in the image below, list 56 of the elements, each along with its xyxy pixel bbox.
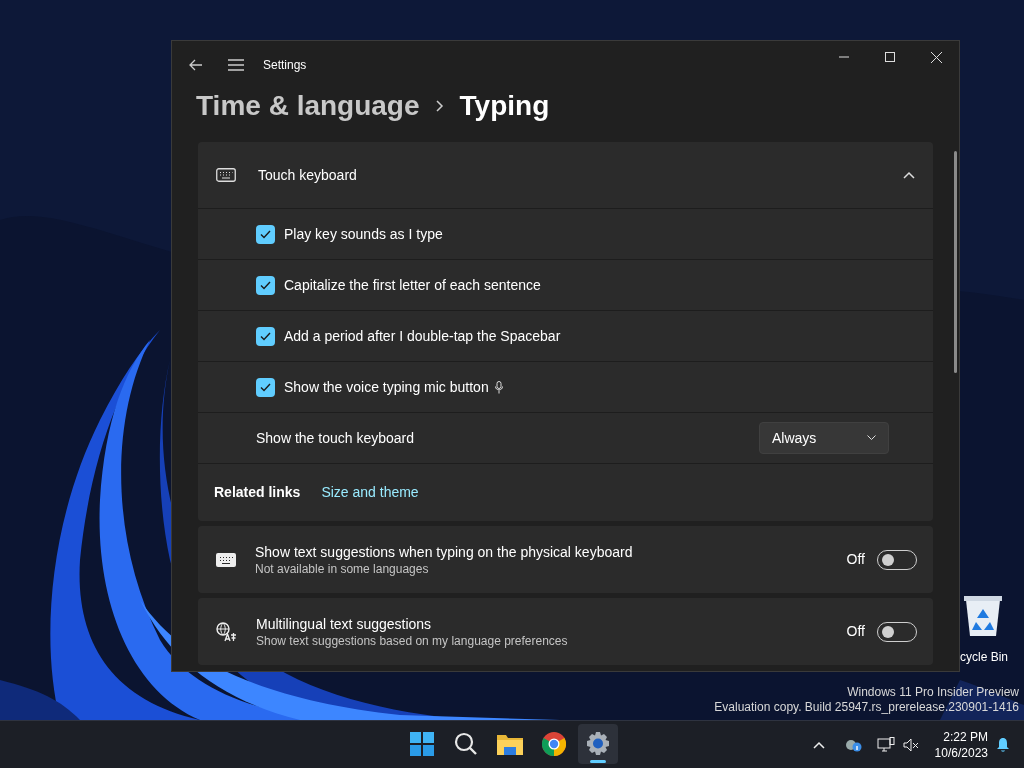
- browser-icon: [542, 732, 566, 756]
- bell-icon[interactable]: [996, 736, 1010, 753]
- setting-label: Show the touch keyboard: [256, 428, 414, 448]
- recycle-bin-icon[interactable]: [964, 596, 1002, 636]
- translate-icon: [216, 621, 237, 642]
- checkbox[interactable]: [256, 224, 275, 244]
- maximize-icon: [885, 52, 895, 62]
- microphone-icon: [494, 380, 503, 394]
- expander-header[interactable]: Touch keyboard: [198, 142, 933, 209]
- toggle-state-label: Off: [846, 550, 865, 569]
- speaker-muted-icon[interactable]: [902, 737, 919, 752]
- back-icon[interactable]: [188, 57, 204, 73]
- link[interactable]: Size and theme: [321, 482, 419, 503]
- chevron-up-icon[interactable]: [812, 740, 825, 749]
- menu-icon[interactable]: [228, 58, 244, 72]
- toggle-state-label: Off: [846, 622, 865, 641]
- checkmark-icon: [260, 382, 271, 392]
- window-title: Settings: [263, 57, 307, 74]
- clock-time: 2:22 PM: [943, 728, 988, 745]
- related-links-label: Related links: [214, 483, 301, 502]
- chevron-down-icon: [867, 435, 876, 441]
- checkmark-icon: [260, 331, 271, 341]
- network-icon[interactable]: [876, 736, 895, 753]
- checkmark-icon: [260, 280, 271, 290]
- section-title: Touch keyboard: [258, 165, 357, 185]
- checkbox-label: Capitalize the first letter of each sentence: [284, 275, 541, 295]
- page-title: Typing: [459, 89, 550, 123]
- checkbox-label: Play key sounds as I type: [284, 224, 443, 244]
- keyboard-icon: [216, 552, 236, 567]
- setting-description: Show text suggestions based on my language preferences: [256, 632, 568, 649]
- gear-icon: [586, 732, 610, 756]
- watermark-text: Windows 11 Pro Insider Preview: [847, 685, 1019, 700]
- chevron-right-icon: [435, 100, 444, 112]
- recycle-bin-label: cycle Bin: [960, 649, 1009, 666]
- scrollbar-thumb[interactable]: [954, 151, 957, 373]
- cloud-icon[interactable]: [844, 737, 863, 752]
- start-icon: [410, 732, 434, 756]
- checkmark-icon: [260, 229, 271, 239]
- checkbox[interactable]: [256, 275, 275, 295]
- setting-description: Not available in some languages: [255, 560, 430, 577]
- setting-title: Show text suggestions when typing on the physical keyboard: [255, 542, 633, 561]
- taskbar-button[interactable]: [578, 724, 618, 764]
- clock-date: 10/6/2023: [934, 744, 988, 761]
- checkbox-label: Show the voice typing mic button: [284, 377, 489, 397]
- dropdown[interactable]: Always: [759, 422, 889, 454]
- checkbox[interactable]: [256, 326, 275, 346]
- checkbox-label: Add a period after I double-tap the Spacebar: [284, 326, 561, 346]
- keyboard-icon: [216, 168, 236, 182]
- watermark-text: Evaluation copy. Build 25947.rs_prerelease.230901-1416: [714, 700, 1019, 715]
- clock[interactable]: 2:22 PM 10/6/2023: [934, 728, 988, 761]
- close-icon: [930, 51, 942, 63]
- checkbox[interactable]: [256, 377, 275, 397]
- search-icon: [454, 732, 478, 756]
- breadcrumb-link[interactable]: Time & language: [196, 85, 420, 127]
- setting-title: Multilingual text suggestions: [256, 614, 433, 633]
- folder-icon: [497, 733, 523, 755]
